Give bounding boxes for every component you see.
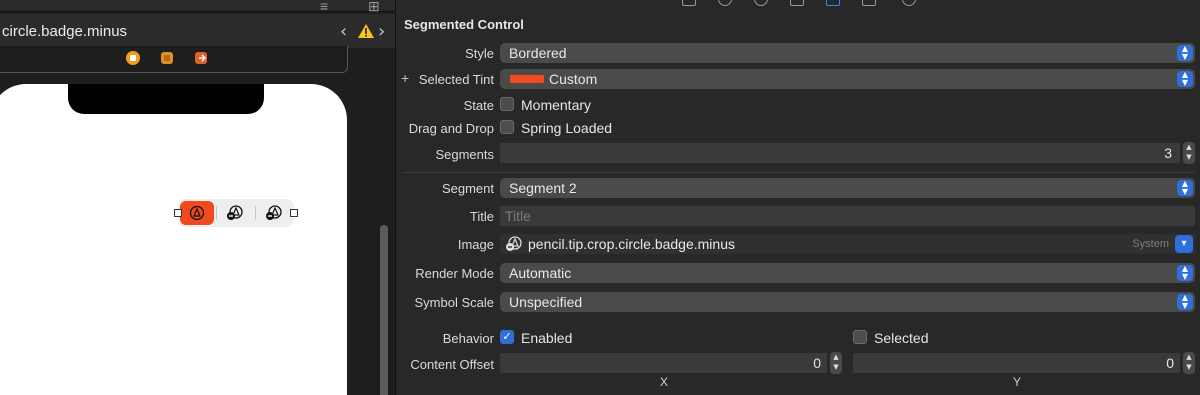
tint-swatch [510, 75, 544, 83]
chevron-right-icon[interactable]: › [378, 21, 385, 42]
image-source: System [1132, 238, 1169, 250]
segments-field[interactable]: 3 [500, 143, 1180, 163]
chevron-down-icon[interactable]: ▾ [1175, 235, 1193, 253]
content-offset-y-stepper[interactable]: ▲ ▼ [1183, 352, 1195, 374]
symbol-scale-value: Unspecified [509, 294, 583, 310]
image-label: Image [457, 237, 494, 252]
content-offset-x-value: 0 [813, 355, 821, 371]
segmented-control[interactable] [178, 199, 294, 227]
vertical-scrollbar[interactable] [380, 225, 388, 395]
content-offset-x-stepper[interactable]: ▲ ▼ [830, 352, 842, 374]
pencil-tip-crop-circle-badge-minus-icon [506, 236, 522, 251]
spring-loaded-label: Spring Loaded [521, 120, 613, 136]
menu-lines-icon[interactable]: ≡ [320, 0, 328, 14]
y-axis-label: Y [1013, 375, 1022, 389]
segment-1[interactable] [180, 201, 214, 225]
drag-and-drop-label: Drag and Drop [408, 121, 494, 136]
image-field[interactable]: pencil.tip.crop.circle.badge.minus Syste… [500, 234, 1195, 254]
section-title: Segmented Control [404, 17, 524, 32]
help-inspector-icon[interactable] [754, 0, 768, 6]
device-frame [0, 84, 347, 395]
attributes-inspector-icon[interactable] [826, 0, 840, 6]
inspector-tabs [396, 0, 1200, 8]
symbol-scale-label: Symbol Scale [414, 295, 494, 310]
chevron-updown-icon: ▲ ▼ [1177, 265, 1193, 281]
size-inspector-icon[interactable] [862, 0, 876, 6]
title-placeholder: Title [505, 208, 531, 224]
segment-label: Segment [441, 181, 494, 196]
render-mode-popup[interactable]: Automatic ▲ ▼ [500, 263, 1195, 283]
selected-tint-popup[interactable]: Custom ▲ ▼ [500, 69, 1195, 89]
content-offset-y-value: 0 [1166, 355, 1174, 371]
jump-bar: circle.badge.minus ‹ › [0, 14, 395, 48]
connections-inspector-icon[interactable] [902, 0, 916, 6]
momentary-checkbox[interactable] [500, 97, 514, 111]
title-field[interactable]: Title [500, 206, 1195, 226]
style-popup[interactable]: Bordered ▲ ▼ [500, 43, 1195, 63]
segment-3[interactable] [257, 201, 291, 225]
selected-tint-label: Selected Tint [418, 72, 494, 87]
section-divider [404, 172, 1194, 173]
segments-label: Segments [435, 147, 494, 162]
selected-label: Selected [874, 330, 929, 346]
warning-icon[interactable] [357, 23, 375, 39]
enabled-checkbox[interactable]: ✓ [500, 330, 514, 344]
first-responder-icon[interactable] [159, 50, 175, 66]
chevron-updown-icon: ▲ ▼ [1177, 45, 1193, 61]
content-offset-y-field[interactable]: 0 [853, 353, 1180, 373]
segments-value: 3 [1164, 145, 1172, 161]
enabled-label: Enabled [521, 330, 573, 346]
chevron-left-icon[interactable]: ‹ [340, 21, 347, 42]
segments-stepper[interactable]: ▲ ▼ [1183, 142, 1195, 164]
image-value: pencil.tip.crop.circle.badge.minus [528, 236, 735, 252]
file-inspector-icon[interactable] [682, 0, 696, 6]
x-axis-label: X [660, 375, 669, 389]
resize-handle-left[interactable] [174, 209, 182, 217]
exit-icon[interactable] [193, 50, 209, 66]
selected-tint-value: Custom [549, 71, 598, 87]
symbol-scale-popup[interactable]: Unspecified ▲ ▼ [500, 292, 1195, 312]
style-label: Style [465, 46, 494, 61]
segment-2[interactable] [218, 201, 252, 225]
content-offset-label: Content Offset [410, 357, 494, 372]
add-editor-icon[interactable]: ⊞ [368, 0, 380, 15]
segment-divider [216, 206, 217, 220]
render-mode-label: Render Mode [415, 266, 494, 281]
style-value: Bordered [509, 45, 567, 61]
state-label: State [463, 98, 494, 113]
chevron-updown-icon: ▲ ▼ [1177, 294, 1193, 310]
title-label: Title [469, 209, 494, 224]
segment-value: Segment 2 [509, 180, 577, 196]
pencil-tip-crop-circle-icon [189, 205, 205, 221]
momentary-label: Momentary [521, 97, 592, 113]
selected-checkbox[interactable] [853, 330, 867, 344]
behavior-label: Behavior [442, 331, 494, 346]
chevron-updown-icon: ▲ ▼ [1177, 71, 1193, 87]
content-offset-x-field[interactable]: 0 [500, 353, 827, 373]
resize-handle-right[interactable] [290, 209, 298, 217]
chevron-updown-icon: ▲ ▼ [1177, 180, 1193, 196]
view-controller-icon[interactable] [125, 50, 141, 66]
attributes-inspector: Segmented Control Style Bordered ▲ ▼ + Se… [396, 0, 1200, 395]
file-title[interactable]: circle.badge.minus [2, 23, 127, 40]
pencil-tip-crop-circle-badge-minus-icon [266, 205, 282, 220]
spring-loaded-checkbox[interactable] [500, 120, 514, 134]
device-notch [68, 84, 264, 114]
history-inspector-icon[interactable] [718, 0, 732, 6]
canvas-area: ≡ ⊞ circle.badge.minus ‹ › [0, 0, 395, 395]
pencil-tip-crop-circle-badge-minus-icon [227, 205, 243, 220]
segment-divider [255, 206, 256, 220]
render-mode-value: Automatic [509, 265, 572, 281]
canvas-toolbar: ≡ ⊞ [0, 0, 395, 15]
identity-inspector-icon[interactable] [790, 0, 804, 6]
segment-popup[interactable]: Segment 2 ▲ ▼ [500, 178, 1195, 198]
scene-dock [0, 46, 348, 73]
